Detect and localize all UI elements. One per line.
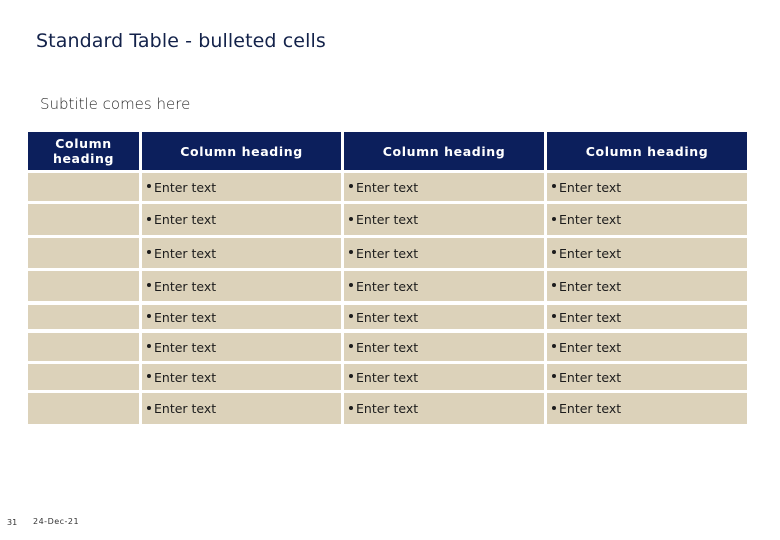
table-cell[interactable]: Enter text	[344, 173, 544, 201]
page-number: 31	[7, 518, 18, 527]
cell-text: Enter text	[356, 309, 419, 325]
table-cell[interactable]: Enter text	[344, 271, 544, 301]
table-cell[interactable]: Enter text	[547, 305, 747, 329]
cell-text: Enter text	[559, 309, 622, 325]
cell-text: Enter text	[356, 278, 419, 294]
table-cell[interactable]: Enter text	[142, 393, 341, 424]
cell-text: Enter text	[356, 401, 419, 416]
column-header-label: Column heading	[585, 143, 709, 159]
bullet-dot-icon	[552, 250, 556, 254]
column-header-label: Column heading	[180, 143, 303, 159]
bullet-dot-icon	[349, 283, 353, 287]
table-cell[interactable]: Enter text	[142, 333, 341, 361]
table-cell[interactable]: Enter text	[547, 393, 747, 424]
slide-subtitle: Subtitle comes here	[40, 95, 191, 113]
table-cell[interactable]	[28, 393, 139, 424]
footer-date: 24-Dec-21	[33, 517, 80, 526]
bullet-dot-icon	[147, 314, 151, 318]
cell-text: Enter text	[356, 245, 419, 261]
table-cell[interactable]: Enter text	[547, 173, 747, 201]
cell-text: Enter text	[559, 339, 622, 355]
table-cell[interactable]	[28, 364, 139, 390]
cell-text: Enter text	[559, 212, 622, 227]
bullet-dot-icon	[349, 216, 353, 221]
bullet-dot-icon	[147, 344, 151, 348]
table-cell[interactable]: Enter text	[142, 204, 341, 235]
cell-text: Enter text	[559, 278, 622, 294]
table-cell[interactable]	[28, 305, 139, 329]
table-cell[interactable]: Enter text	[344, 238, 544, 268]
table-cell[interactable]	[28, 204, 139, 235]
table-cell[interactable]	[28, 173, 139, 201]
cell-text: Enter text	[356, 212, 419, 227]
cell-text: Enter text	[154, 278, 217, 294]
table-cell[interactable]: Enter text	[142, 238, 341, 268]
table-cell[interactable]: Enter text	[142, 173, 341, 201]
cell-text: Enter text	[154, 212, 217, 227]
cell-text: Enter text	[154, 401, 217, 416]
bullet-dot-icon	[552, 216, 556, 221]
table-cell[interactable]	[28, 333, 139, 361]
bullet-dot-icon	[349, 374, 353, 378]
table-cell[interactable]: Enter text	[142, 271, 341, 301]
cell-text: Enter text	[154, 245, 217, 261]
column-header-4: Column heading	[547, 132, 747, 170]
cell-text: Enter text	[559, 369, 622, 385]
slide-title: Standard Table - bulleted cells	[36, 30, 326, 52]
cell-text: Enter text	[559, 245, 622, 261]
cell-text: Enter text	[154, 179, 217, 195]
column-header-3: Column heading	[344, 132, 544, 170]
table-cell[interactable]: Enter text	[344, 333, 544, 361]
bullet-dot-icon	[552, 374, 556, 378]
table-cell[interactable]: Enter text	[547, 238, 747, 268]
bullet-dot-icon	[147, 283, 151, 287]
cell-text: Enter text	[356, 179, 419, 195]
table-cell[interactable]: Enter text	[344, 305, 544, 329]
bullet-dot-icon	[349, 405, 353, 410]
column-header-2: Column heading	[142, 132, 341, 170]
cell-text: Enter text	[154, 309, 217, 325]
bullet-dot-icon	[147, 405, 151, 410]
bullet-dot-icon	[349, 250, 353, 254]
cell-text: Enter text	[356, 369, 419, 385]
cell-text: Enter text	[559, 401, 622, 416]
column-header-1: Column heading	[28, 132, 139, 170]
bullet-dot-icon	[552, 314, 556, 318]
table-cell[interactable]: Enter text	[142, 305, 341, 329]
bullet-dot-icon	[552, 405, 556, 410]
cell-text: Enter text	[356, 339, 419, 355]
cell-text: Enter text	[154, 339, 217, 355]
table-cell[interactable]: Enter text	[547, 364, 747, 390]
bullet-dot-icon	[552, 283, 556, 287]
bullet-dot-icon	[552, 184, 556, 188]
table-cell[interactable]: Enter text	[547, 333, 747, 361]
table-cell[interactable]: Enter text	[344, 393, 544, 424]
table-cell[interactable]: Enter text	[547, 271, 747, 301]
table-cell[interactable]	[28, 271, 139, 301]
bullet-dot-icon	[147, 216, 151, 221]
bullet-dot-icon	[349, 314, 353, 318]
bullet-dot-icon	[147, 250, 151, 254]
bullet-dot-icon	[349, 184, 353, 188]
bullet-dot-icon	[147, 184, 151, 188]
table-cell[interactable]: Enter text	[547, 204, 747, 235]
table-cell[interactable]: Enter text	[344, 204, 544, 235]
column-header-label: Column heading	[52, 136, 115, 166]
table-cell[interactable]: Enter text	[344, 364, 544, 390]
table-cell[interactable]	[28, 238, 139, 268]
cell-text: Enter text	[559, 179, 622, 195]
bullet-dot-icon	[552, 344, 556, 348]
cell-text: Enter text	[154, 369, 217, 385]
table-cell[interactable]: Enter text	[142, 364, 341, 390]
bullet-dot-icon	[349, 344, 353, 348]
column-header-label: Column heading	[382, 143, 506, 159]
bullet-dot-icon	[147, 374, 151, 378]
